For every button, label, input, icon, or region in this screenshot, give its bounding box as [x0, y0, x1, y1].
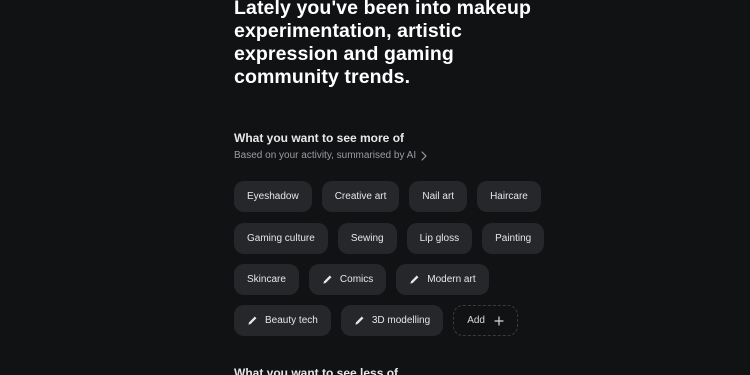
hero-title: Lately you've been into makeup experimen… [234, 0, 531, 88]
chip-gaming-culture[interactable]: Gaming culture [234, 223, 328, 254]
chip-lip-gloss[interactable]: Lip gloss [406, 223, 473, 254]
chip-skincare[interactable]: Skincare [234, 264, 299, 295]
chip-beauty-tech[interactable]: Beauty tech [234, 305, 331, 336]
chip-row-1: Eyeshadow Creative art Nail art Haircare [234, 181, 541, 212]
chip-label: Gaming culture [247, 233, 315, 244]
chip-label: Comics [339, 274, 374, 285]
see-more-subtitle: Based on your activity, summarised by AI [234, 150, 417, 161]
see-less-title: What you want to see less of [234, 366, 399, 375]
chip-label: Haircare [490, 191, 528, 202]
see-more-subtitle-link[interactable]: Based on your activity, summarised by AI [234, 150, 428, 162]
chip-creative-art[interactable]: Creative art [321, 181, 400, 212]
chip-label: Painting [495, 233, 532, 244]
chip-label: 3D modelling [371, 315, 431, 326]
add-interest-button[interactable]: Add [453, 305, 518, 336]
chevron-right-icon [421, 151, 427, 161]
add-label: Add [467, 315, 485, 326]
interests-page: Lately you've been into makeup experimen… [0, 0, 750, 375]
chip-haircare[interactable]: Haircare [477, 181, 541, 212]
pencil-icon [248, 316, 257, 325]
chip-nail-art[interactable]: Nail art [409, 181, 468, 212]
chip-label: Skincare [247, 274, 286, 285]
chip-modern-art[interactable]: Modern art [396, 264, 489, 295]
chip-label: Modern art [427, 274, 476, 285]
chip-row-2: Gaming culture Sewing Lip gloss Painting [234, 223, 545, 254]
pencil-icon [355, 316, 364, 325]
chip-label: Sewing [350, 233, 384, 244]
see-more-section: What you want to see more of Based on yo… [234, 131, 428, 163]
chip-comics[interactable]: Comics [308, 264, 387, 295]
chip-row-3: Skincare Comics Modern art [234, 264, 489, 295]
chip-label: Eyeshadow [247, 191, 299, 202]
chip-3d-modelling[interactable]: 3D modelling [340, 305, 444, 336]
chip-row-4: Beauty tech 3D modelling Add [234, 305, 518, 336]
chip-eyeshadow[interactable]: Eyeshadow [234, 181, 312, 212]
chip-painting[interactable]: Painting [482, 223, 545, 254]
see-more-title: What you want to see more of [234, 131, 405, 145]
chip-sewing[interactable]: Sewing [337, 223, 397, 254]
chip-label: Creative art [334, 191, 387, 202]
chip-label: Beauty tech [265, 315, 318, 326]
plus-icon [494, 315, 504, 326]
chip-label: Nail art [422, 191, 455, 202]
pencil-icon [323, 275, 332, 284]
pencil-icon [410, 275, 419, 284]
chip-label: Lip gloss [419, 233, 460, 244]
